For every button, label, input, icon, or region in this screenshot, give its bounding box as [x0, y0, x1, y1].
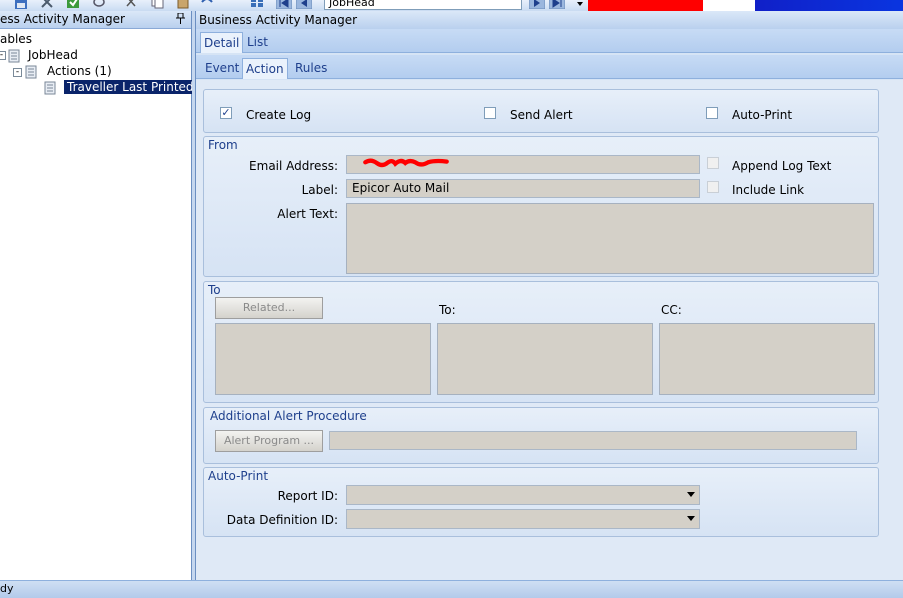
include-link-label: Include Link [732, 183, 805, 197]
alert-text-area[interactable] [346, 203, 874, 274]
banner-red [588, 0, 703, 11]
alert-program-button[interactable]: Alert Program ... [215, 430, 323, 452]
alert-text-label: Alert Text: [277, 207, 338, 221]
toolbar-overflow-icon[interactable] [576, 0, 584, 9]
right-pane-title: Business Activity Manager [199, 13, 358, 27]
from-group: From Email Address: Append Log Text Labe… [203, 136, 879, 277]
action-doc-icon [44, 81, 56, 95]
table-select-value: JobHead [329, 0, 375, 9]
related-button[interactable]: Related... [215, 297, 323, 319]
include-link-checkbox[interactable] [707, 181, 719, 193]
auto-print-group: Auto-Print Report ID: Data Definition ID… [203, 467, 879, 537]
undo-icon[interactable] [200, 0, 214, 9]
to-group: To Related... To: CC: [203, 281, 879, 403]
banner-white [703, 0, 755, 11]
from-group-title: From [208, 138, 238, 152]
tree-node-root[interactable]: ables [0, 32, 32, 46]
actions-icon [25, 65, 37, 79]
tab-list[interactable]: List [244, 32, 271, 53]
append-log-text-checkbox[interactable] [707, 157, 719, 169]
report-id-select[interactable] [346, 485, 700, 505]
top-tabs: Detail List [196, 29, 903, 53]
send-alert-checkbox[interactable] [484, 107, 496, 119]
label-input-value: Epicor Auto Mail [352, 181, 450, 195]
banner-blue [755, 0, 903, 11]
label-field-label: Label: [301, 183, 338, 197]
related-list[interactable] [215, 323, 431, 395]
sub-tabs: Event Action Rules [196, 55, 903, 79]
auto-print-group-title: Auto-Print [208, 469, 269, 483]
report-id-label: Report ID: [277, 489, 338, 503]
prev-record-icon[interactable] [296, 0, 312, 9]
label-input[interactable]: Epicor Auto Mail [346, 179, 700, 198]
collapse-icon[interactable]: - [13, 68, 22, 77]
append-log-text-label: Append Log Text [732, 159, 832, 173]
next-record-icon[interactable] [529, 0, 545, 9]
email-address-label: Email Address: [249, 159, 338, 173]
first-record-icon[interactable] [276, 0, 292, 9]
tree-node-jobhead[interactable]: JobHead [28, 48, 78, 62]
data-definition-id-label: Data Definition ID: [226, 513, 338, 527]
tab-rules[interactable]: Rules [292, 58, 330, 79]
chevron-down-icon[interactable] [687, 492, 695, 497]
tree-pane-title: ess Activity Manager [0, 12, 125, 26]
alert-program-input[interactable] [329, 431, 857, 450]
chevron-down-icon[interactable] [687, 516, 695, 521]
tab-action[interactable]: Action [242, 58, 288, 79]
table-select-combo[interactable]: JobHead [324, 0, 522, 10]
options-group: ✓ Create Log Send Alert Auto-Print [203, 89, 879, 133]
clear-icon[interactable] [92, 0, 106, 9]
tab-event[interactable]: Event [202, 58, 242, 79]
last-record-icon[interactable] [549, 0, 565, 9]
to-group-title: To [208, 283, 221, 297]
right-pane-header: Business Activity Manager [196, 11, 903, 29]
refresh-icon[interactable] [66, 0, 80, 9]
create-log-label: Create Log [246, 108, 312, 122]
auto-print-checkbox[interactable] [706, 107, 718, 119]
tree-pane: ess Activity Manager ables - JobHead - A… [0, 11, 197, 580]
toolbar: JobHead [0, 0, 903, 11]
status-text: dy [0, 582, 14, 595]
to-label: To: [439, 303, 456, 317]
tree-node-traveller-last-printed[interactable]: Traveller Last Printed [64, 80, 197, 94]
paste-icon[interactable] [176, 0, 190, 9]
redaction-scribble [363, 158, 449, 168]
table-icon [8, 49, 20, 63]
pin-icon[interactable] [176, 12, 185, 28]
save-icon[interactable] [14, 0, 28, 9]
data-definition-id-select[interactable] [346, 509, 700, 529]
tab-detail[interactable]: Detail [200, 32, 244, 53]
delete-icon[interactable] [40, 0, 54, 9]
to-list[interactable] [437, 323, 653, 395]
send-alert-label: Send Alert [510, 108, 573, 122]
create-log-checkbox[interactable]: ✓ [220, 107, 232, 119]
cut-icon[interactable] [124, 0, 138, 9]
view-icon[interactable] [250, 0, 264, 9]
alert-procedure-title: Additional Alert Procedure [210, 409, 367, 423]
status-bar: dy [0, 580, 903, 598]
collapse-icon[interactable]: - [0, 51, 6, 60]
auto-print-label: Auto-Print [732, 108, 793, 122]
cc-label: CC: [661, 303, 682, 317]
tree-node-actions[interactable]: Actions (1) [47, 64, 112, 78]
tree-pane-header: ess Activity Manager [0, 11, 191, 29]
cc-list[interactable] [659, 323, 875, 395]
copy-icon[interactable] [150, 0, 164, 9]
alert-procedure-group: Additional Alert Procedure Alert Program… [203, 407, 879, 464]
action-detail-panel: ✓ Create Log Send Alert Auto-Print From … [196, 80, 903, 580]
